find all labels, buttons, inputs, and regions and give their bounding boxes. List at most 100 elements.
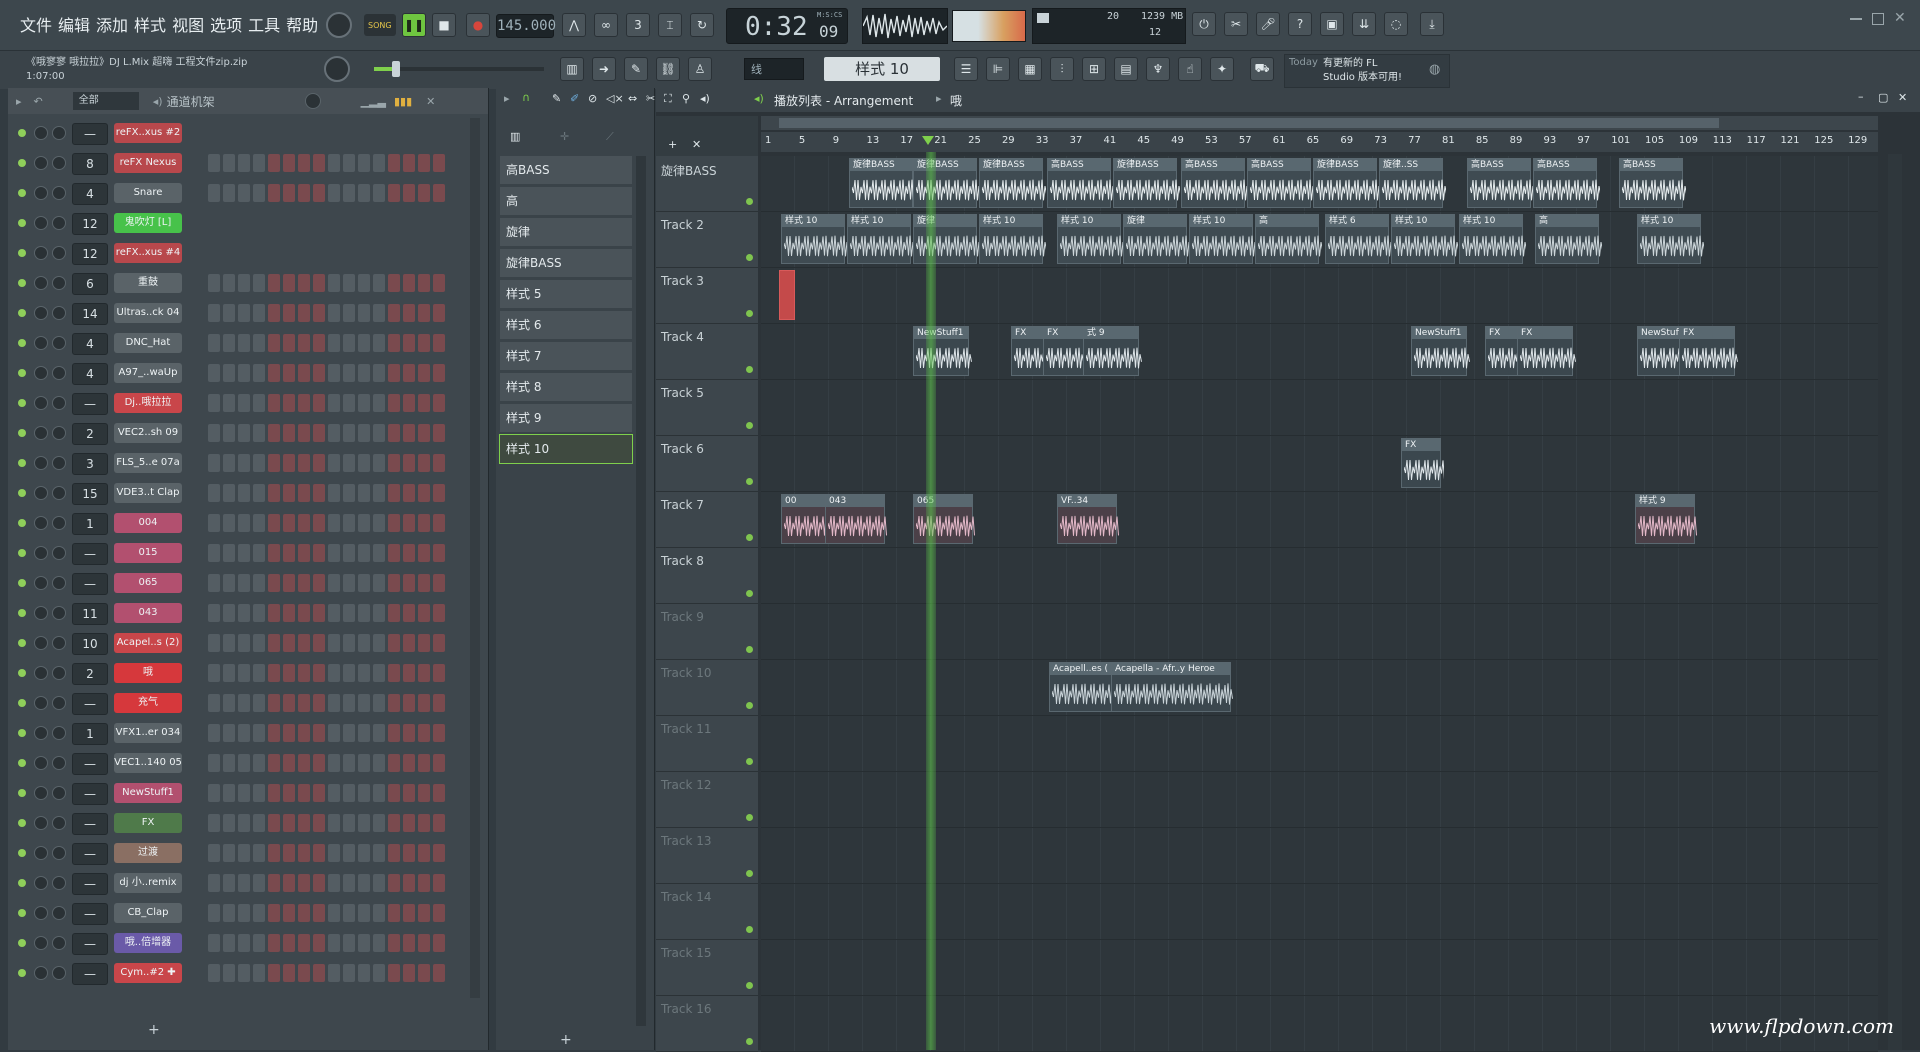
step-button[interactable] bbox=[403, 784, 415, 802]
zoom-tool-icon[interactable]: ⚲ bbox=[682, 92, 690, 105]
add-track-icon[interactable]: + bbox=[668, 138, 677, 151]
step-button[interactable] bbox=[253, 784, 265, 802]
step-button[interactable] bbox=[313, 154, 325, 172]
track-enable-led[interactable] bbox=[746, 982, 753, 989]
step-button[interactable] bbox=[208, 514, 220, 532]
channel-name-button[interactable]: reFX Nexus bbox=[114, 153, 182, 173]
step-button[interactable] bbox=[373, 694, 385, 712]
step-button[interactable] bbox=[283, 484, 295, 502]
step-button[interactable] bbox=[358, 424, 370, 442]
brush-icon[interactable]: ⟋ bbox=[606, 130, 614, 144]
metronome-icon[interactable]: ⋀ bbox=[562, 13, 586, 37]
panic-icon[interactable]: ⏻ bbox=[1192, 12, 1216, 36]
step-button[interactable] bbox=[433, 214, 445, 232]
step-button[interactable] bbox=[268, 514, 280, 532]
track-enable-led[interactable] bbox=[746, 366, 753, 373]
step-button[interactable] bbox=[208, 874, 220, 892]
step-button[interactable] bbox=[358, 334, 370, 352]
channel-enable-led[interactable] bbox=[18, 459, 26, 467]
step-button[interactable] bbox=[223, 664, 235, 682]
channel-enable-led[interactable] bbox=[18, 669, 26, 677]
step-button[interactable] bbox=[373, 934, 385, 952]
step-button[interactable] bbox=[223, 454, 235, 472]
help-icon[interactable]: ? bbox=[1288, 12, 1312, 36]
step-button[interactable] bbox=[343, 754, 355, 772]
channel-name-button[interactable]: FLS_5..e 07a bbox=[114, 453, 182, 473]
step-button[interactable] bbox=[238, 934, 250, 952]
pattern-item[interactable]: 高 bbox=[500, 187, 632, 215]
step-button[interactable] bbox=[283, 514, 295, 532]
step-button[interactable] bbox=[298, 214, 310, 232]
track-header[interactable]: Track 10 bbox=[656, 660, 758, 716]
channel-row[interactable]: — Cym..#2 ✚ bbox=[8, 958, 488, 988]
step-button[interactable] bbox=[283, 424, 295, 442]
channel-mixer-track[interactable]: — bbox=[72, 843, 108, 865]
step-button[interactable] bbox=[208, 364, 220, 382]
channel-mixer-track[interactable]: 4 bbox=[72, 363, 108, 385]
piano-roll-icon[interactable]: ▥ bbox=[560, 57, 584, 81]
step-button[interactable] bbox=[343, 484, 355, 502]
playlist-clip[interactable]: 样式 10 bbox=[1459, 214, 1526, 264]
step-button[interactable] bbox=[253, 574, 265, 592]
step-button[interactable] bbox=[223, 274, 235, 292]
channel-mixer-track[interactable]: 11 bbox=[72, 603, 108, 625]
pause-button[interactable]: ❚❚ bbox=[402, 13, 426, 37]
playlist-clip[interactable]: 043 bbox=[825, 494, 887, 544]
step-button[interactable] bbox=[373, 574, 385, 592]
step-button[interactable] bbox=[268, 424, 280, 442]
step-button[interactable] bbox=[403, 154, 415, 172]
step-button[interactable] bbox=[358, 544, 370, 562]
step-button[interactable] bbox=[328, 844, 340, 862]
channel-mixer-track[interactable]: 2 bbox=[72, 663, 108, 685]
step-button[interactable] bbox=[358, 124, 370, 142]
step-button[interactable] bbox=[313, 784, 325, 802]
step-button[interactable] bbox=[388, 574, 400, 592]
step-button[interactable] bbox=[283, 724, 295, 742]
channel-row[interactable]: — NewStuff1 bbox=[8, 778, 488, 808]
step-button[interactable] bbox=[313, 574, 325, 592]
step-button[interactable] bbox=[358, 784, 370, 802]
step-button[interactable] bbox=[328, 274, 340, 292]
playlist-clip[interactable]: 高BASS bbox=[1047, 158, 1114, 208]
channel-enable-led[interactable] bbox=[18, 849, 26, 857]
step-button[interactable] bbox=[373, 814, 385, 832]
step-button[interactable] bbox=[418, 934, 430, 952]
cart-icon[interactable]: ⛟ bbox=[1250, 57, 1274, 81]
step-button[interactable] bbox=[253, 544, 265, 562]
channel-pan-knob[interactable] bbox=[34, 966, 48, 980]
step-button[interactable] bbox=[418, 814, 430, 832]
channel-volume-knob[interactable] bbox=[52, 786, 66, 800]
step-button[interactable] bbox=[433, 514, 445, 532]
track-enable-led[interactable] bbox=[746, 590, 753, 597]
playlist-vscroll[interactable] bbox=[1888, 154, 1902, 1050]
magnet-icon[interactable]: ∩ bbox=[522, 91, 530, 104]
step-button[interactable] bbox=[358, 874, 370, 892]
step-button[interactable] bbox=[238, 214, 250, 232]
step-button[interactable] bbox=[433, 604, 445, 622]
channel-volume-knob[interactable] bbox=[52, 276, 66, 290]
minimize-button[interactable] bbox=[1850, 18, 1862, 20]
step-button[interactable] bbox=[373, 334, 385, 352]
step-button[interactable] bbox=[208, 424, 220, 442]
step-button[interactable] bbox=[223, 754, 235, 772]
step-button[interactable] bbox=[268, 604, 280, 622]
step-button[interactable] bbox=[238, 904, 250, 922]
step-button[interactable] bbox=[238, 634, 250, 652]
track-enable-led[interactable] bbox=[746, 534, 753, 541]
news-panel[interactable]: Today 有更新的 FL Studio 版本可用! ◍ bbox=[1284, 54, 1450, 88]
channel-volume-knob[interactable] bbox=[52, 906, 66, 920]
channel-mixer-track[interactable]: — bbox=[72, 753, 108, 775]
playlist-clip[interactable]: 高BASS bbox=[1467, 158, 1534, 208]
step-button[interactable] bbox=[373, 544, 385, 562]
playlist-close-icon[interactable]: ✕ bbox=[1898, 91, 1907, 104]
step-button[interactable] bbox=[283, 844, 295, 862]
playlist-clip[interactable]: 高BASS bbox=[1247, 158, 1314, 208]
track-header[interactable]: Track 7 bbox=[656, 492, 758, 548]
step-button[interactable] bbox=[358, 394, 370, 412]
step-button[interactable] bbox=[433, 934, 445, 952]
step-button[interactable] bbox=[298, 724, 310, 742]
step-button[interactable] bbox=[283, 574, 295, 592]
channel-pan-knob[interactable] bbox=[34, 276, 48, 290]
step-button[interactable] bbox=[343, 694, 355, 712]
channel-mixer-track[interactable]: 12 bbox=[72, 243, 108, 265]
